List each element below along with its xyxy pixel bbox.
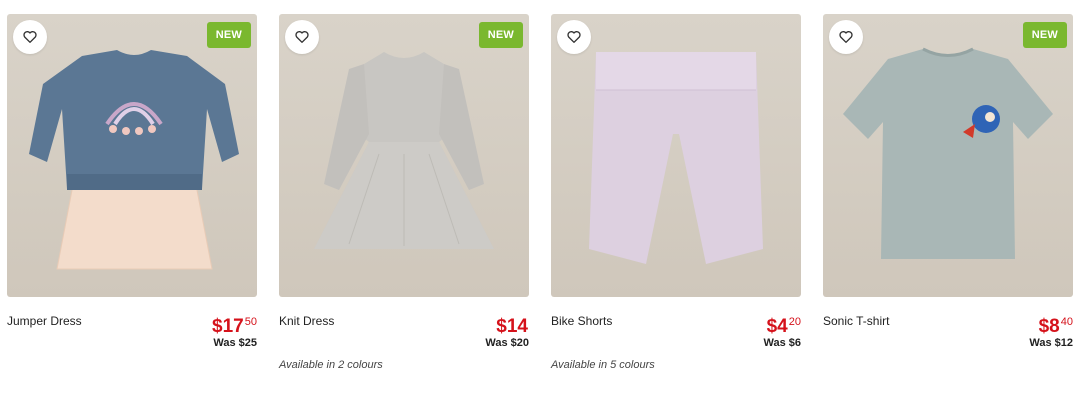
product-name[interactable]: Sonic T-shirt (823, 314, 889, 328)
heart-outline-icon (839, 31, 853, 43)
product-image[interactable] (551, 14, 801, 297)
product-card[interactable]: NEW Knit Dress $14 Was $20 Available in … (279, 14, 529, 371)
heart-outline-icon (295, 31, 309, 43)
price-cents: 50 (244, 316, 257, 328)
product-image[interactable]: NEW (823, 14, 1073, 297)
price-cents: 40 (1060, 316, 1073, 328)
sonic-tshirt-image (843, 47, 1053, 259)
heart-outline-icon (23, 31, 37, 43)
product-grid: NEW Jumper Dress $1750 Was $25 NEW Knit (0, 0, 1080, 404)
was-price: Was $25 (213, 337, 257, 349)
price-dollars: $17 (212, 316, 244, 337)
new-badge: NEW (1022, 22, 1067, 48)
colours-available: Available in 2 colours (279, 359, 383, 371)
price-dollars: $14 (496, 316, 528, 337)
was-price: Was $20 (485, 337, 529, 349)
heart-outline-icon (567, 31, 581, 43)
knit-dress-image (314, 52, 494, 249)
price-cents: 20 (788, 316, 801, 328)
favourite-button[interactable] (285, 20, 319, 54)
product-price: $14 Was $20 (485, 312, 529, 350)
price-dollars: $8 (1038, 316, 1060, 337)
product-price: $1750 Was $25 (212, 312, 257, 349)
new-badge: NEW (206, 22, 251, 48)
product-name[interactable]: Bike Shorts (551, 314, 612, 328)
product-name[interactable]: Knit Dress (279, 314, 334, 328)
price-dollars: $4 (766, 316, 788, 337)
was-price: Was $6 (763, 337, 801, 349)
was-price: Was $12 (1029, 337, 1073, 349)
colours-available: Available in 5 colours (551, 359, 655, 371)
jumper-dress-image (29, 50, 239, 270)
bike-shorts-image (589, 52, 763, 264)
favourite-button[interactable] (557, 20, 591, 54)
product-card[interactable]: Bike Shorts $420 Was $6 Available in 5 c… (551, 14, 801, 371)
product-card[interactable]: NEW Jumper Dress $1750 Was $25 (7, 14, 257, 349)
favourite-button[interactable] (829, 20, 863, 54)
product-price: $420 Was $6 (763, 312, 801, 349)
product-name[interactable]: Jumper Dress (7, 314, 82, 328)
favourite-button[interactable] (13, 20, 47, 54)
product-price: $840 Was $12 (1029, 312, 1073, 349)
new-badge: NEW (478, 22, 523, 48)
product-image[interactable]: NEW (279, 14, 529, 297)
product-image[interactable]: NEW (7, 14, 257, 297)
product-card[interactable]: NEW Sonic T-shirt $840 Was $12 (823, 14, 1073, 349)
